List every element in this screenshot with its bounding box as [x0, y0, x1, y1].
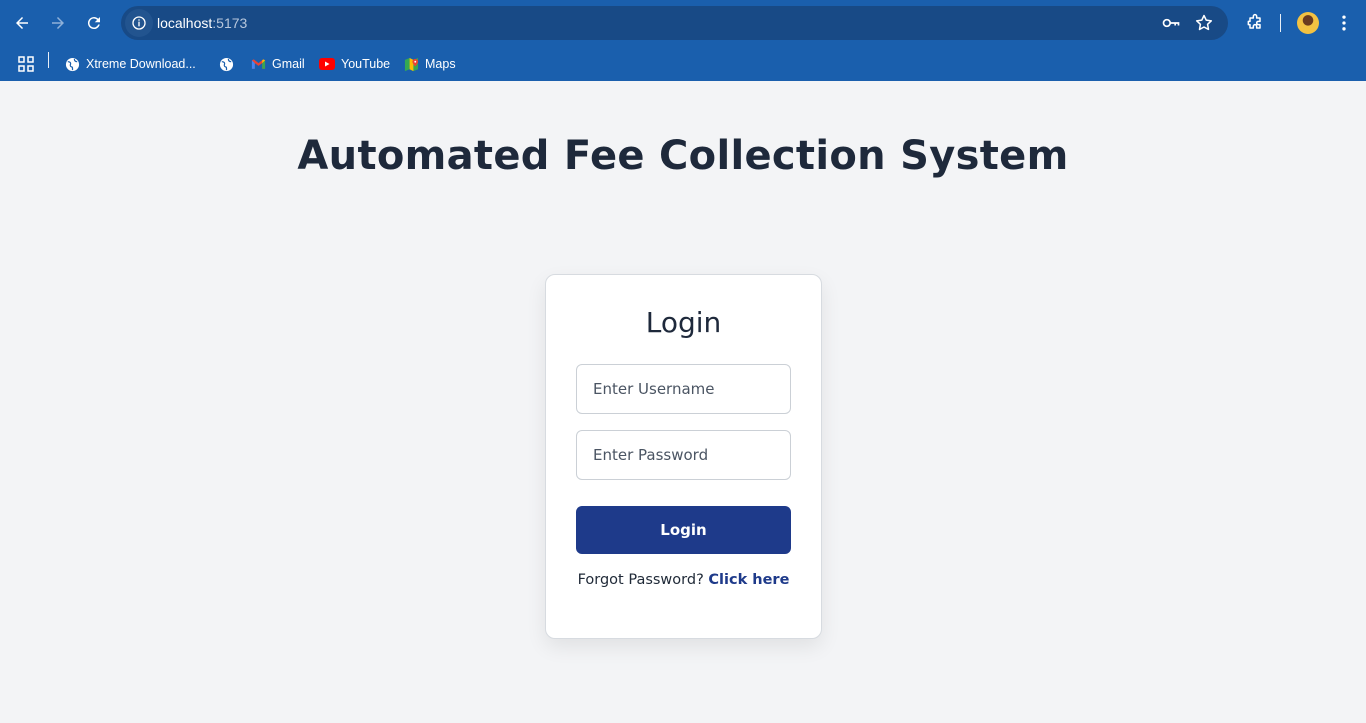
profile-avatar[interactable]	[1297, 12, 1319, 34]
browser-toolbar: localhost:5173	[0, 0, 1366, 46]
bookmark-xtreme-download[interactable]: Xtreme Download...	[64, 51, 196, 77]
globe-icon	[218, 56, 234, 72]
forgot-password-row: Forgot Password? Click here	[546, 572, 821, 588]
kebab-menu-icon	[1342, 15, 1346, 31]
login-button[interactable]: Login	[576, 506, 791, 554]
toolbar-divider	[1280, 14, 1281, 32]
bookmarks-bar: Xtreme Download... Gmail YouTube Maps	[0, 46, 1366, 81]
key-icon	[1162, 18, 1180, 28]
url-text[interactable]: localhost:5173	[157, 15, 247, 31]
forward-button[interactable]	[44, 9, 72, 37]
forgot-password-link[interactable]: Click here	[708, 572, 789, 588]
bookmark-gmail[interactable]: Gmail	[250, 51, 305, 77]
url-host: localhost	[157, 15, 213, 31]
page-title: Automated Fee Collection System	[297, 133, 1069, 179]
bookmark-label: Xtreme Download...	[86, 57, 196, 71]
info-icon	[132, 16, 146, 30]
page-content: Automated Fee Collection System Login Lo…	[0, 81, 1366, 723]
address-bar[interactable]: localhost:5173	[121, 6, 1228, 40]
maps-icon	[403, 56, 419, 72]
login-card: Login Login Forgot Password? Click here	[545, 274, 822, 639]
site-info-button[interactable]	[125, 9, 153, 37]
globe-icon	[64, 56, 80, 72]
youtube-icon	[319, 56, 335, 72]
browser-menu-button[interactable]	[1332, 11, 1356, 35]
username-input[interactable]	[576, 364, 791, 414]
bookmark-maps[interactable]: Maps	[403, 51, 456, 77]
bookmark-globe[interactable]	[218, 51, 240, 77]
gmail-icon	[250, 56, 266, 72]
forgot-password-text: Forgot Password?	[577, 572, 704, 588]
arrow-right-icon	[52, 17, 64, 29]
back-button[interactable]	[8, 9, 36, 37]
reload-button[interactable]	[80, 9, 108, 37]
url-port: :5173	[212, 15, 248, 31]
bookmarks-divider	[48, 52, 49, 68]
reload-icon	[87, 17, 100, 30]
bookmark-label: Gmail	[272, 57, 305, 71]
extensions-button[interactable]	[1243, 11, 1267, 35]
grid-icon	[18, 56, 34, 72]
browser-chrome: localhost:5173 Xtreme Download... Gmail …	[0, 0, 1366, 81]
password-key-button[interactable]	[1161, 13, 1181, 33]
apps-button[interactable]	[17, 51, 35, 77]
password-input[interactable]	[576, 430, 791, 480]
puzzle-icon	[1247, 13, 1261, 29]
star-icon	[1195, 14, 1213, 31]
arrow-left-icon	[16, 17, 28, 29]
bookmark-star-button[interactable]	[1194, 13, 1214, 33]
login-heading: Login	[645, 306, 722, 339]
bookmark-youtube[interactable]: YouTube	[319, 51, 390, 77]
bookmark-label: YouTube	[341, 57, 391, 71]
bookmark-label: Maps	[425, 57, 456, 71]
